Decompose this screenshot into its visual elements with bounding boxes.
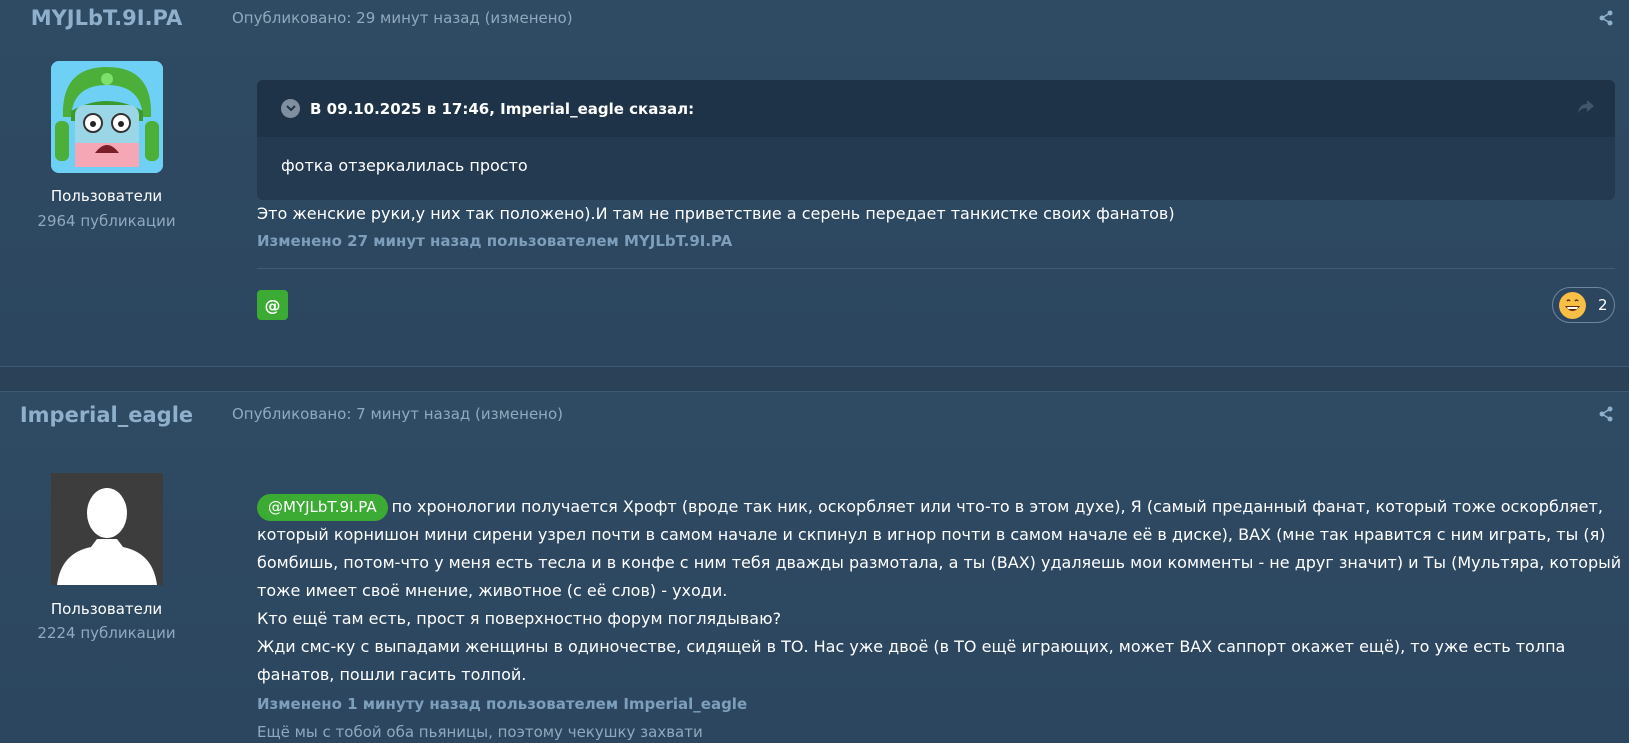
text-line: который корнишон мини сирени узрел почти… [257, 525, 1606, 544]
author-post-count: 2964 публикации [37, 212, 176, 230]
divider [257, 268, 1615, 269]
post: MYJLbT.9I.PA Пользователи 2964 публикаци… [0, 0, 1629, 366]
post-separator [0, 366, 1629, 392]
post-date[interactable]: Опубликовано: 29 минут назад (изменено) [232, 9, 573, 27]
quote-header: В 09.10.2025 в 17:46, Imperial_eagle ска… [257, 80, 1615, 137]
post-text: @MYJLbT.9I.PA по хронологии получается Хр… [257, 493, 1629, 689]
text-line: бомбишь, потом-что у меня есть тесла и в… [257, 553, 1622, 572]
share-icon[interactable] [1598, 406, 1614, 422]
edited-note: Изменено 1 минуту назад пользователем Im… [257, 695, 748, 713]
quote-citation: В 09.10.2025 в 17:46, Imperial_eagle ска… [310, 99, 695, 118]
author-group: Пользователи [50, 187, 163, 205]
author-group: Пользователи [50, 600, 163, 618]
text-line: @MYJLbT.9I.PA по хронологии получается Хр… [257, 493, 1629, 521]
author-name[interactable]: MYJLbT.9I.PA [0, 6, 213, 30]
author-post-count: 2224 публикации [37, 624, 176, 642]
post-date[interactable]: Опубликовано: 7 минут назад (изменено) [232, 405, 563, 423]
edited-note: Изменено 27 минут назад пользователем MY… [257, 232, 733, 250]
text-line: Жди смс-ку с выпадами женщины в одиночес… [257, 637, 1566, 656]
share-icon[interactable] [1598, 10, 1614, 26]
text-line: тоже имеет своё мнение, животное (с её с… [257, 581, 728, 600]
quote-text: фотка отзеркалилась просто [281, 156, 528, 175]
grinning-face-icon [1559, 291, 1586, 319]
author-name[interactable]: Imperial_eagle [0, 403, 213, 427]
mention-button[interactable]: @ [257, 290, 288, 320]
chevron-down-icon[interactable] [281, 99, 300, 118]
text-line: фанатов, пошли гасить толпой. [257, 665, 527, 684]
text-segment: по хронологии получается Хрофт (вроде та… [391, 497, 1603, 516]
reaction-button[interactable]: 2 [1552, 287, 1615, 323]
arrow-share-icon[interactable] [1577, 99, 1595, 119]
mention-tag[interactable]: @MYJLbT.9I.PA [257, 494, 388, 521]
text-line: Кто ещё там есть, прост я поверхностно ф… [257, 609, 782, 628]
post-text: Это женские руки,у них так положено).И т… [257, 204, 1175, 223]
avatar[interactable] [51, 61, 163, 173]
signature: Ещё мы с тобой оба пьяницы, поэтому чеку… [257, 723, 703, 741]
avatar[interactable] [51, 473, 163, 585]
post: Imperial_eagle Пользователи 2224 публика… [0, 392, 1629, 743]
reaction-count: 2 [1598, 296, 1608, 314]
quote-block: В 09.10.2025 в 17:46, Imperial_eagle ска… [257, 80, 1615, 200]
